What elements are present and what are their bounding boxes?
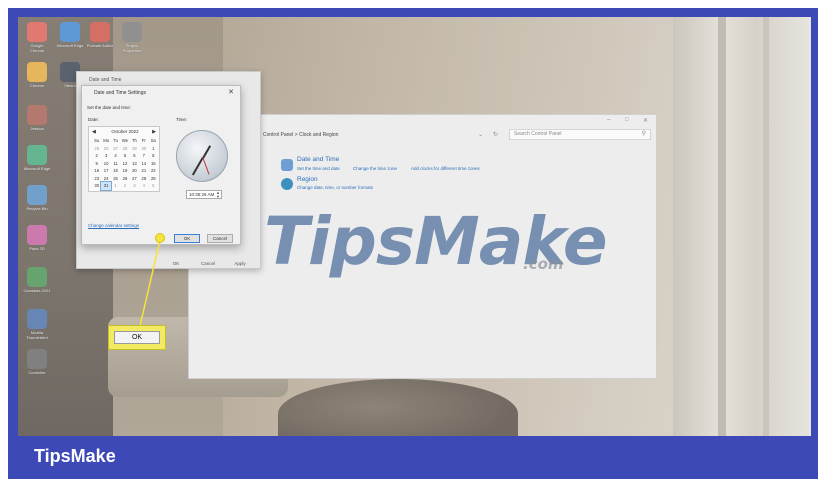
frame-border-left (8, 8, 18, 438)
footer-brand: TipsMake (34, 446, 116, 466)
frame-border-top (8, 8, 818, 17)
frame-border-right (811, 8, 818, 438)
desktop: Google Chrome Microsoft Edge Podcast Addic… (18, 17, 811, 436)
callout-ok-button[interactable]: OK (114, 331, 160, 344)
ok-callout: OK (108, 325, 166, 350)
watermark-suffix: .com (523, 255, 564, 273)
footer-bar: TipsMake (8, 436, 818, 479)
highlight-dot (155, 233, 165, 243)
article-frame: Google Chrome Microsoft Edge Podcast Addic… (0, 0, 818, 479)
